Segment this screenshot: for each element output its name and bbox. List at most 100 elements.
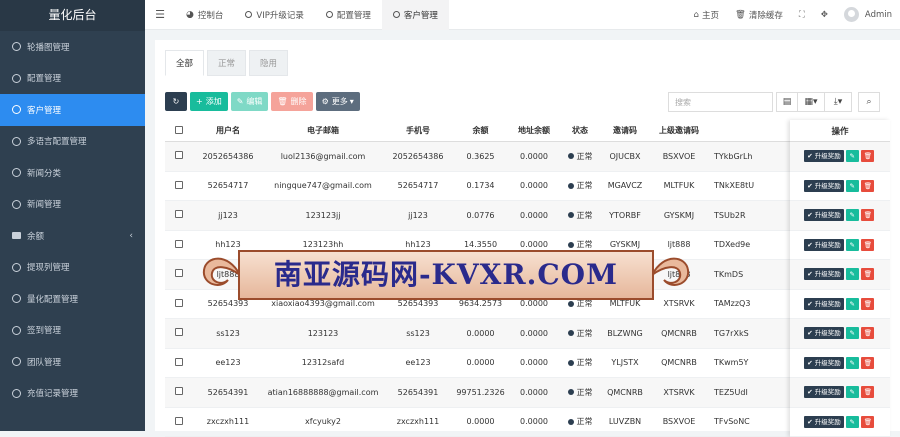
clear-cache-link[interactable]: 🗑清除缓存 (727, 9, 791, 21)
upgrade-reward-button[interactable]: ✔ 升级奖励 (804, 416, 844, 428)
row-checkbox[interactable] (165, 417, 193, 427)
sidebar-item[interactable]: 多语言配置管理 (0, 126, 145, 158)
row-checkbox[interactable] (165, 387, 193, 397)
select-all-checkbox[interactable] (165, 126, 193, 136)
delete-row-button[interactable]: 🗑 (861, 150, 874, 162)
expand-icon[interactable]: ✥ (813, 10, 836, 20)
upgrade-reward-button[interactable]: ✔ 升级奖励 (804, 209, 844, 221)
column-header[interactable]: 手机号 (383, 125, 453, 136)
edit-row-button[interactable]: ✎ (846, 268, 859, 280)
edit-row-button[interactable]: ✎ (846, 327, 859, 339)
page-tab-label: 客户管理 (404, 9, 438, 21)
upgrade-reward-button[interactable]: ✔ 升级奖励 (804, 298, 844, 310)
more-button[interactable]: ⚙更多▾ (316, 92, 360, 111)
table-row[interactable]: 52654717ningque747@gmail.com526547170.17… (165, 172, 790, 202)
circle-icon (12, 263, 21, 272)
page-tab[interactable]: 客户管理 (382, 0, 449, 30)
table-row[interactable]: ee12312312safdee1230.00000.0000正常YLJSTXQ… (165, 349, 790, 379)
page-tab[interactable]: VIP升级记录 (234, 0, 314, 30)
export-button[interactable]: ⤓▾ (824, 92, 852, 112)
filter-tab[interactable]: 全部 (165, 50, 204, 76)
delete-row-button[interactable]: 🗑 (861, 416, 874, 428)
column-header[interactable]: 上级邀请码 (650, 125, 708, 136)
sidebar-item[interactable]: 提现列管理 (0, 252, 145, 284)
refresh-button[interactable]: ↻ (165, 92, 187, 111)
sidebar-item[interactable]: 新闻分类 (0, 157, 145, 189)
sidebar-item-label: 多语言配置管理 (27, 135, 87, 147)
delete-row-button[interactable]: 🗑 (861, 268, 874, 280)
operation-row: ✔ 升级奖励✎🗑 (790, 172, 890, 202)
upgrade-reward-button[interactable]: ✔ 升级奖励 (804, 150, 844, 162)
row-checkbox[interactable] (165, 328, 193, 338)
edit-row-button[interactable]: ✎ (846, 298, 859, 310)
column-header[interactable]: 邀请码 (600, 125, 650, 136)
home-link[interactable]: ⌂主页 (686, 9, 727, 21)
delete-row-button[interactable]: 🗑 (861, 180, 874, 192)
table-row[interactable]: jj123123123jjjj1230.07760.0000正常YTORBFGY… (165, 201, 790, 231)
upgrade-reward-button[interactable]: ✔ 升级奖励 (804, 357, 844, 369)
upgrade-reward-button[interactable]: ✔ 升级奖励 (804, 327, 844, 339)
table-row[interactable]: ss123123123ss1230.00000.0000正常BLZWNGQMCN… (165, 319, 790, 349)
table-cell: XTSRVK (650, 388, 708, 397)
delete-row-button[interactable]: 🗑 (861, 239, 874, 251)
column-header[interactable]: 余额 (453, 125, 508, 136)
filter-tab[interactable]: 隐用 (249, 50, 288, 76)
columns-button[interactable]: ▦▾ (797, 92, 825, 112)
sidebar-item[interactable]: 充值记录管理 (0, 378, 145, 410)
menu-toggle-icon[interactable]: ☰ (145, 8, 175, 21)
edit-row-button[interactable]: ✎ (846, 416, 859, 428)
edit-row-button[interactable]: ✎ (846, 239, 859, 251)
upgrade-reward-button[interactable]: ✔ 升级奖励 (804, 386, 844, 398)
delete-row-button[interactable]: 🗑 (861, 357, 874, 369)
sidebar-item[interactable]: 客户管理 (0, 94, 145, 126)
edit-row-button[interactable]: ✎ (846, 357, 859, 369)
column-header[interactable]: 地址余额 (508, 125, 560, 136)
sidebar-item[interactable]: 团队管理 (0, 346, 145, 378)
table-cell: OJUCBX (600, 152, 650, 161)
edit-row-button[interactable]: ✎ (846, 180, 859, 192)
column-header[interactable]: 用户名 (193, 125, 263, 136)
delete-row-button[interactable]: 🗑 (861, 298, 874, 310)
upgrade-reward-button[interactable]: ✔ 升级奖励 (804, 180, 844, 192)
page-tab[interactable]: 配置管理 (315, 0, 382, 30)
delete-row-button[interactable]: 🗑 (861, 209, 874, 221)
add-button[interactable]: +添加 (190, 92, 228, 111)
sidebar-item[interactable]: 新闻管理 (0, 189, 145, 221)
fullscreen-icon[interactable]: ⛶ (791, 10, 813, 20)
row-checkbox[interactable] (165, 151, 193, 161)
filter-tab[interactable]: 正常 (207, 50, 246, 76)
edit-row-button[interactable]: ✎ (846, 386, 859, 398)
sidebar-item[interactable]: 余额‹ (0, 220, 145, 252)
row-checkbox[interactable] (165, 358, 193, 368)
edit-button[interactable]: ✎编辑 (231, 92, 269, 111)
table-row[interactable]: 52654391atian16888888@gmail.com526543919… (165, 378, 790, 408)
column-header[interactable]: 状态 (560, 125, 600, 136)
edit-row-button[interactable]: ✎ (846, 150, 859, 162)
column-header[interactable]: 电子邮箱 (263, 125, 383, 136)
table-row[interactable]: zxczxh111xfcyuky2zxczxh1110.00000.0000正常… (165, 408, 790, 437)
search-button[interactable]: ⌕ (858, 92, 880, 112)
row-checkbox[interactable] (165, 181, 193, 191)
upgrade-reward-button[interactable]: ✔ 升级奖励 (804, 268, 844, 280)
user-menu[interactable]: Admin (836, 7, 900, 22)
row-checkbox[interactable] (165, 210, 193, 220)
sidebar-item-label: 配置管理 (27, 72, 61, 84)
page-tab[interactable]: ◕控制台 (175, 0, 234, 30)
circle-icon (12, 137, 21, 146)
row-checkbox[interactable] (165, 240, 193, 250)
delete-row-button[interactable]: 🗑 (861, 386, 874, 398)
sidebar-item[interactable]: 配置管理 (0, 63, 145, 95)
sidebar-item[interactable]: 轮播图管理 (0, 31, 145, 63)
upgrade-reward-button[interactable]: ✔ 升级奖励 (804, 239, 844, 251)
sidebar-item[interactable]: 签到管理 (0, 315, 145, 347)
row-checkbox[interactable] (165, 299, 193, 309)
delete-button[interactable]: 🗑删除 (271, 92, 312, 111)
toggle-view-button[interactable]: ▤ (776, 92, 798, 112)
search-input[interactable]: 搜索 (668, 92, 773, 112)
row-checkbox[interactable] (165, 269, 193, 279)
table-cell: 正常 (560, 180, 600, 191)
table-row[interactable]: 2052654386luol2136@gmail.com20526543860.… (165, 142, 790, 172)
delete-row-button[interactable]: 🗑 (861, 327, 874, 339)
edit-row-button[interactable]: ✎ (846, 209, 859, 221)
sidebar-item[interactable]: 量化配置管理 (0, 283, 145, 315)
